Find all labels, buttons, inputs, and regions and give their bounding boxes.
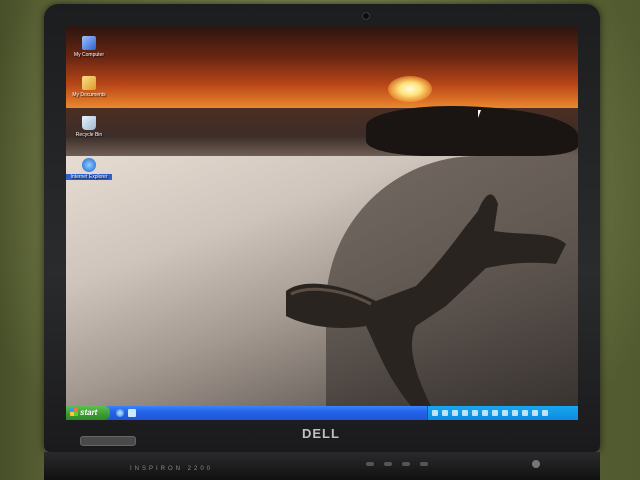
power-button[interactable] bbox=[532, 460, 540, 468]
desktop-icon-my-documents[interactable]: My Documents bbox=[66, 76, 112, 98]
tray-icon[interactable] bbox=[512, 410, 518, 416]
desktop-icon-recycle-bin[interactable]: Recycle Bin bbox=[66, 116, 112, 138]
model-label: INSPIRON 2200 bbox=[130, 466, 214, 472]
desktop-icon-label: My Computer bbox=[73, 52, 104, 58]
wallpaper-sky bbox=[66, 26, 578, 116]
tray-icon[interactable] bbox=[482, 410, 488, 416]
desktop-icon-label: My Documents bbox=[72, 92, 106, 98]
start-button[interactable]: start bbox=[66, 406, 110, 420]
hinge bbox=[80, 436, 136, 446]
desktop-icon-label: Recycle Bin bbox=[75, 132, 103, 138]
mouse-cursor bbox=[478, 110, 481, 118]
laptop-base bbox=[44, 452, 600, 480]
tray-icon[interactable] bbox=[442, 410, 448, 416]
tray-icon[interactable] bbox=[502, 410, 508, 416]
webcam bbox=[362, 12, 370, 20]
desktop-icon-my-computer[interactable]: My Computer bbox=[66, 36, 112, 58]
status-led bbox=[402, 462, 410, 466]
tray-icon[interactable] bbox=[462, 410, 468, 416]
tray-icon[interactable] bbox=[472, 410, 478, 416]
tray-icon[interactable] bbox=[492, 410, 498, 416]
internet-explorer-icon bbox=[82, 158, 96, 172]
tray-icon[interactable] bbox=[542, 410, 548, 416]
status-led bbox=[366, 462, 374, 466]
wallpaper-sun bbox=[388, 76, 432, 102]
quick-launch-show-desktop-icon[interactable] bbox=[128, 409, 136, 417]
tray-icon[interactable] bbox=[522, 410, 528, 416]
status-led bbox=[420, 462, 428, 466]
recycle-bin-icon bbox=[82, 116, 96, 130]
windows-flag-icon bbox=[70, 408, 78, 416]
start-label: start bbox=[80, 408, 98, 417]
taskbar: start bbox=[66, 406, 578, 420]
desktop-screen: My Computer My Documents Recycle Bin Int… bbox=[66, 26, 578, 420]
tray-icon[interactable] bbox=[432, 410, 438, 416]
my-documents-icon bbox=[82, 76, 96, 90]
tray-icon[interactable] bbox=[452, 410, 458, 416]
desktop-icon-internet-explorer[interactable]: Internet Explorer bbox=[66, 158, 112, 180]
quick-launch-internet-explorer-icon[interactable] bbox=[116, 409, 124, 417]
status-led bbox=[384, 462, 392, 466]
wallpaper-driftwood bbox=[286, 194, 566, 406]
system-tray bbox=[427, 406, 578, 420]
my-computer-icon bbox=[82, 36, 96, 50]
brand-logo: DELL bbox=[302, 426, 340, 441]
desktop-icon-label: Internet Explorer bbox=[66, 174, 112, 180]
tray-icon[interactable] bbox=[532, 410, 538, 416]
